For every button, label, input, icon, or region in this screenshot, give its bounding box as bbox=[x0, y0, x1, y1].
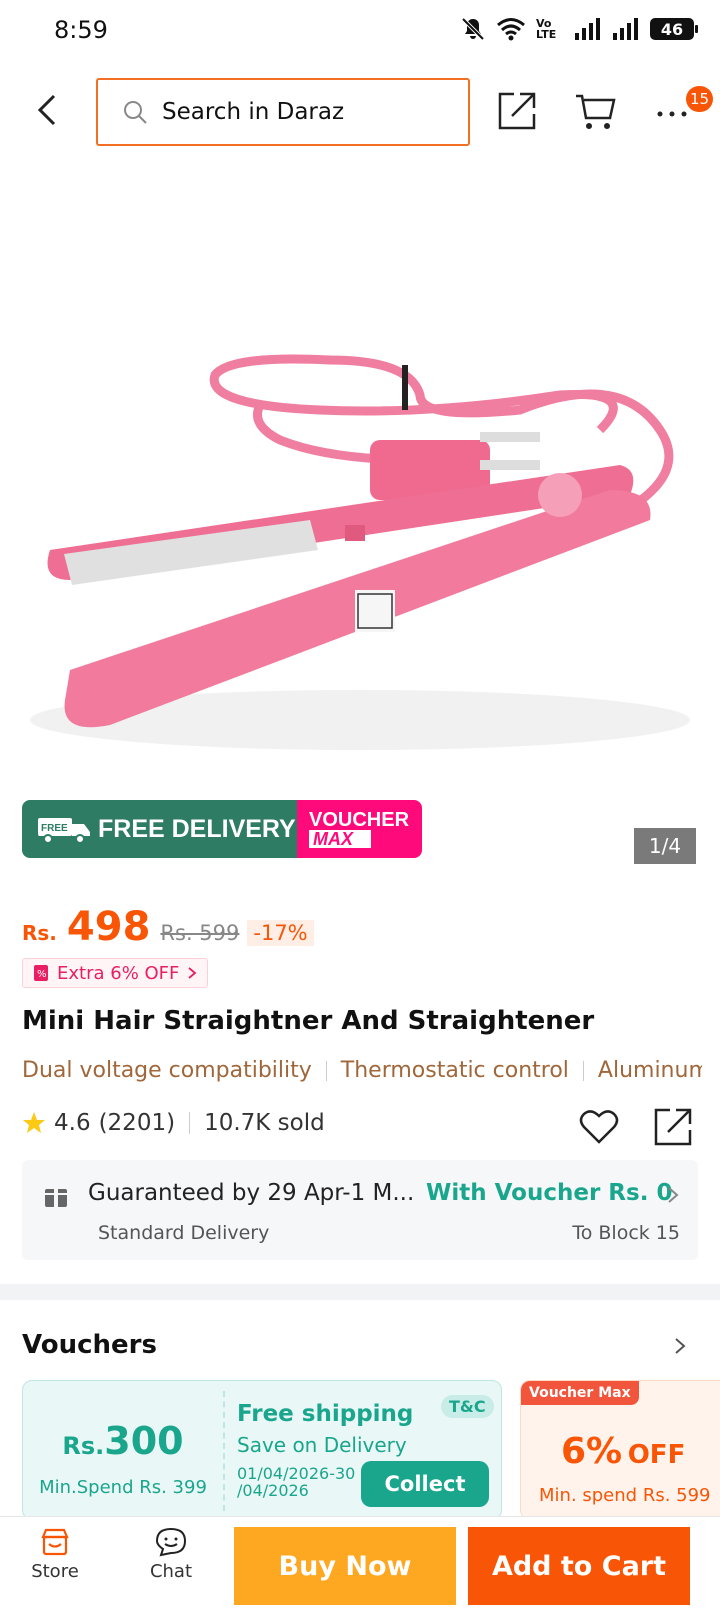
feature-separator bbox=[582, 1060, 584, 1081]
voucher-value: 300 bbox=[104, 1419, 184, 1463]
feature-tags: Dual voltage compatibility Thermostatic … bbox=[22, 1058, 702, 1083]
battery-icon: 46 bbox=[650, 18, 698, 40]
free-delivery-banner: FREE FREE DELIVERY VOUCHER MAX bbox=[22, 800, 422, 858]
star-icon bbox=[23, 1112, 45, 1133]
lte-label: Vo LTE bbox=[536, 17, 557, 41]
collect-button[interactable]: Collect bbox=[361, 1461, 489, 1507]
chat-button[interactable]: Chat bbox=[126, 1527, 216, 1607]
delivery-guarantee: Guaranteed by 29 Apr-1 M... bbox=[88, 1180, 415, 1206]
search-input[interactable] bbox=[162, 99, 442, 125]
voucher-divider bbox=[223, 1391, 225, 1511]
price-currency: Rs. bbox=[22, 921, 57, 945]
voucher-icon: % bbox=[34, 965, 48, 981]
feature-tag: Dual voltage compatibility bbox=[22, 1058, 312, 1083]
store-button[interactable]: Store bbox=[10, 1527, 100, 1607]
voucher-max-word: VOUCHER bbox=[309, 808, 410, 831]
vouchers-title: Vouchers bbox=[22, 1330, 157, 1360]
image-counter: 1/4 bbox=[634, 828, 696, 864]
search-box[interactable] bbox=[96, 78, 470, 146]
terms-badge[interactable]: T&C bbox=[441, 1395, 494, 1418]
chevron-right-icon bbox=[668, 1187, 679, 1203]
price-current: 498 bbox=[66, 904, 151, 950]
voucher-max-max: MAX bbox=[309, 829, 371, 848]
voucher-currency: Rs. bbox=[62, 1432, 105, 1460]
status-time: 8:59 bbox=[54, 16, 108, 44]
mute-bell-icon bbox=[461, 17, 485, 41]
store-icon bbox=[41, 1528, 69, 1556]
price-row: Rs. 498 Rs. 599 -17% bbox=[22, 904, 314, 950]
cart-icon[interactable] bbox=[574, 90, 616, 132]
back-arrow-icon[interactable] bbox=[30, 92, 66, 128]
voucher-min-spend-2: Min. spend Rs. 599 bbox=[539, 1485, 711, 1506]
voucher-amount-panel: Rs.300 Min.Spend Rs. 399 bbox=[23, 1381, 223, 1519]
voucher-subtitle: Save on Delivery bbox=[237, 1433, 407, 1457]
chat-label: Chat bbox=[149, 1561, 193, 1582]
extra-off-text: Extra 6% OFF bbox=[57, 962, 180, 984]
review-count: (2201) bbox=[98, 1110, 176, 1136]
voucher-percent-value: 6% bbox=[561, 1431, 623, 1472]
svg-text:%: % bbox=[37, 969, 47, 980]
signal-icon-2 bbox=[613, 18, 638, 40]
truck-free-tag: FREE bbox=[41, 823, 68, 834]
search-icon bbox=[124, 101, 147, 124]
share-icon-2[interactable] bbox=[652, 1106, 694, 1148]
wifi-icon bbox=[497, 18, 525, 41]
product-title: Mini Hair Straightner And Straightener bbox=[22, 1006, 595, 1036]
bottom-action-bar: Store Chat Buy Now Add to Cart bbox=[0, 1516, 720, 1612]
delivery-voucher: With Voucher Rs. 0 bbox=[426, 1180, 673, 1206]
feature-separator bbox=[325, 1060, 327, 1081]
delivery-info[interactable]: Guaranteed by 29 Apr-1 M... With Voucher… bbox=[22, 1160, 698, 1260]
chevron-right-icon bbox=[188, 967, 197, 979]
header: 15 bbox=[0, 72, 720, 148]
price-discount: -17% bbox=[247, 920, 314, 946]
store-label: Store bbox=[31, 1561, 79, 1582]
voucher-max-label: VOUCHER MAX bbox=[297, 800, 422, 858]
package-icon bbox=[45, 1189, 67, 1207]
voucher-max-tag: Voucher Max bbox=[521, 1381, 639, 1405]
voucher-percent: 6% OFF bbox=[561, 1431, 685, 1472]
rating-value: 4.6 bbox=[54, 1110, 91, 1136]
product-image[interactable] bbox=[0, 160, 720, 780]
truck-icon: FREE bbox=[38, 818, 90, 844]
free-delivery-text: FREE DELIVERY bbox=[98, 814, 296, 843]
extra-off-badge[interactable]: % Extra 6% OFF bbox=[22, 958, 209, 988]
voucher-date: 01/04/2026-30 /04/2026 bbox=[237, 1464, 356, 1500]
section-divider bbox=[0, 1284, 720, 1300]
voucher-percent-label: OFF bbox=[627, 1440, 686, 1470]
voucher-title: Free shipping bbox=[237, 1401, 414, 1427]
delivery-method: Standard Delivery bbox=[98, 1222, 270, 1244]
free-delivery-label: FREE FREE DELIVERY bbox=[22, 800, 297, 858]
status-bar: 8:59 Vo LTE 46 bbox=[0, 0, 720, 64]
voucher-card-percent-off[interactable]: Voucher Max 6% OFF Min. spend Rs. 599 bbox=[520, 1380, 720, 1520]
voucher-amount: Rs.300 bbox=[23, 1419, 223, 1463]
heart-icon[interactable] bbox=[578, 1106, 620, 1148]
feature-tag: Thermostatic control bbox=[340, 1058, 569, 1083]
share-icon[interactable] bbox=[496, 90, 538, 132]
status-icons: Vo LTE 46 bbox=[460, 16, 698, 42]
rating-separator bbox=[189, 1112, 191, 1134]
chat-icon bbox=[155, 1527, 187, 1557]
voucher-card-free-shipping[interactable]: Rs.300 Min.Spend Rs. 399 Free shipping S… bbox=[22, 1380, 502, 1520]
cart-badge: 15 bbox=[686, 86, 714, 112]
feature-tag: Aluminum bbox=[597, 1058, 702, 1083]
signal-icon bbox=[575, 18, 600, 40]
add-to-cart-button[interactable]: Add to Cart bbox=[468, 1527, 690, 1605]
rating-row[interactable]: 4.6 (2201) 10.7K sold bbox=[22, 1110, 325, 1136]
sold-count: 10.7K sold bbox=[204, 1110, 325, 1136]
price-original: Rs. 599 bbox=[160, 921, 240, 945]
voucher-min-spend: Min.Spend Rs. 399 bbox=[39, 1477, 207, 1498]
chevron-right-icon[interactable] bbox=[672, 1334, 688, 1358]
buy-now-button[interactable]: Buy Now bbox=[234, 1527, 456, 1605]
delivery-location: To Block 15 bbox=[572, 1222, 680, 1244]
